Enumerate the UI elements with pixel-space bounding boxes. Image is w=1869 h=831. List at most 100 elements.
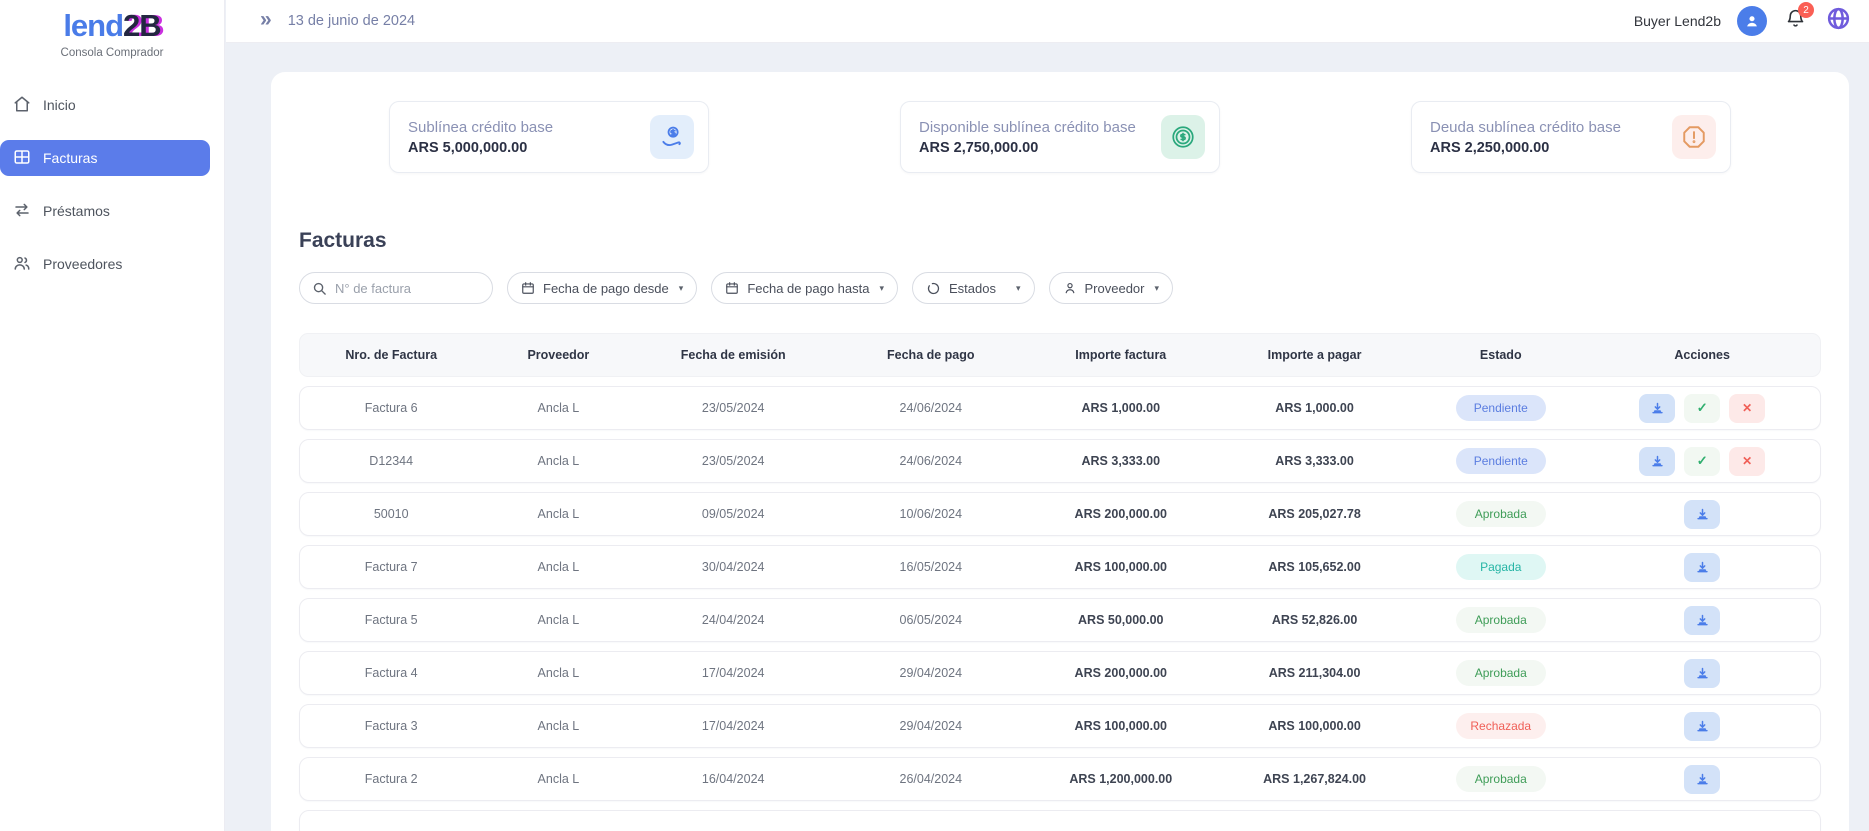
chevron-down-icon: ▾: [679, 283, 684, 294]
table-row: Factura 4 Ancla L 17/04/2024 29/04/2024 …: [299, 651, 1821, 695]
status-badge: Pendiente: [1456, 448, 1546, 474]
cell-estado: Pendiente: [1417, 448, 1584, 474]
cell-importe-a-pagar: ARS 52,826.00: [1212, 613, 1417, 627]
invoices-table: Nro. de Factura Proveedor Fecha de emisi…: [299, 333, 1821, 831]
download-button[interactable]: [1639, 394, 1675, 423]
cell-acciones: [1584, 500, 1820, 529]
column-header: Importe factura: [1030, 348, 1212, 362]
cell-acciones: [1584, 659, 1820, 688]
filter-label: Fecha de pago hasta: [747, 281, 869, 296]
download-button[interactable]: [1684, 553, 1720, 582]
approve-button[interactable]: ✓: [1684, 447, 1720, 476]
topbar: » 13 de junio de 2024 Buyer Lend2b 2: [226, 0, 1869, 43]
cell-nro-factura: 50010: [300, 507, 482, 521]
current-date: 13 de junio de 2024: [288, 13, 415, 29]
cell-proveedor: Ancla L: [482, 507, 634, 521]
sidebar-collapse-icon[interactable]: »: [260, 9, 272, 30]
card-disponible-sublinea: Disponible sublínea crédito base ARS 2,7…: [900, 101, 1220, 173]
person-icon: [1063, 281, 1077, 295]
table-body: Factura 6 Ancla L 23/05/2024 24/06/2024 …: [299, 386, 1821, 801]
filter-date-from-button[interactable]: Fecha de pago desde ▾: [507, 272, 697, 304]
cell-importe-factura: ARS 50,000.00: [1030, 613, 1212, 627]
cell-fecha-emision: 17/04/2024: [634, 719, 832, 733]
cell-estado: Pagada: [1417, 554, 1584, 580]
cell-fecha-emision: 23/05/2024: [634, 401, 832, 415]
cell-acciones: ✓ ✕: [1584, 447, 1820, 476]
status-badge: Aprobada: [1456, 766, 1546, 792]
cell-proveedor: Ancla L: [482, 401, 634, 415]
download-icon: [1650, 454, 1665, 469]
home-icon: [13, 95, 31, 116]
download-button[interactable]: [1684, 712, 1720, 741]
cell-importe-a-pagar: ARS 1,000.00: [1212, 401, 1417, 415]
filter-provider-button[interactable]: Proveedor ▾: [1049, 272, 1174, 304]
cell-fecha-pago: 24/06/2024: [832, 401, 1030, 415]
download-button[interactable]: [1684, 500, 1720, 529]
cell-importe-a-pagar: ARS 1,267,824.00: [1212, 772, 1417, 786]
sidebar-item-prestamos[interactable]: Préstamos: [0, 193, 210, 229]
table-row: Factura 3 Ancla L 17/04/2024 29/04/2024 …: [299, 704, 1821, 748]
filter-date-to-button[interactable]: Fecha de pago hasta ▾: [711, 272, 898, 304]
cell-fecha-emision: 30/04/2024: [634, 560, 832, 574]
filters-bar: Fecha de pago desde ▾ Fecha de pago hast…: [299, 272, 1821, 304]
globe-icon: [1826, 6, 1851, 31]
cell-acciones: ✓ ✕: [1584, 394, 1820, 423]
logo-lend: lend: [63, 8, 123, 43]
cell-nro-factura: Factura 4: [300, 666, 482, 680]
coin-icon: [1161, 115, 1205, 159]
summary-cards: Sublínea crédito base ARS 5,000,000.00 D…: [299, 101, 1821, 173]
cell-fecha-emision: 16/04/2024: [634, 772, 832, 786]
reject-button[interactable]: ✕: [1729, 394, 1765, 423]
cell-importe-a-pagar: ARS 100,000.00: [1212, 719, 1417, 733]
table-row: Factura 2 Ancla L 16/04/2024 26/04/2024 …: [299, 757, 1821, 801]
cell-nro-factura: Factura 5: [300, 613, 482, 627]
user-avatar[interactable]: [1737, 6, 1767, 36]
download-icon: [1695, 719, 1710, 734]
card-value: ARS 2,250,000.00: [1430, 140, 1621, 156]
notifications-button[interactable]: 2: [1785, 8, 1806, 34]
sidebar-nav: Inicio Facturas Préstamos Proveedores: [0, 87, 224, 282]
status-badge: Aprobada: [1456, 501, 1546, 527]
cell-fecha-pago: 16/05/2024: [832, 560, 1030, 574]
cell-fecha-emision: 24/04/2024: [634, 613, 832, 627]
column-header: Fecha de pago: [832, 348, 1030, 362]
sidebar-item-label: Inicio: [43, 97, 76, 113]
sidebar-item-inicio[interactable]: Inicio: [0, 87, 210, 123]
filter-label: Estados: [949, 281, 996, 296]
chevron-down-icon: ▾: [1016, 283, 1021, 294]
sidebar-item-label: Préstamos: [43, 203, 110, 219]
calendar-icon: [521, 281, 535, 295]
cell-importe-factura: ARS 1,000.00: [1030, 401, 1212, 415]
filter-label: Fecha de pago desde: [543, 281, 669, 296]
download-icon: [1650, 401, 1665, 416]
search-input[interactable]: [335, 281, 475, 296]
download-button[interactable]: [1684, 659, 1720, 688]
cell-proveedor: Ancla L: [482, 666, 634, 680]
reject-button[interactable]: ✕: [1729, 447, 1765, 476]
column-header: Fecha de emisión: [634, 348, 832, 362]
table-row: 50010 Ancla L 09/05/2024 10/06/2024 ARS …: [299, 492, 1821, 536]
cell-fecha-emision: 09/05/2024: [634, 507, 832, 521]
card-title: Disponible sublínea crédito base: [919, 119, 1136, 136]
invoice-search[interactable]: [299, 272, 493, 304]
sidebar-item-proveedores[interactable]: Proveedores: [0, 246, 210, 282]
download-button[interactable]: [1684, 606, 1720, 635]
cell-importe-factura: ARS 100,000.00: [1030, 719, 1212, 733]
brand-logo: lend2B Consola Comprador: [0, 0, 224, 59]
download-button[interactable]: [1684, 765, 1720, 794]
approve-button[interactable]: ✓: [1684, 394, 1720, 423]
download-button[interactable]: [1639, 447, 1675, 476]
column-header: Estado: [1417, 348, 1584, 362]
filter-states-button[interactable]: Estados ▾: [912, 272, 1035, 304]
card-title: Deuda sublínea crédito base: [1430, 119, 1621, 136]
cell-nro-factura: Factura 2: [300, 772, 482, 786]
invoices-grid-icon: [13, 148, 31, 169]
cell-importe-a-pagar: ARS 205,027.78: [1212, 507, 1417, 521]
notification-badge: 2: [1798, 2, 1814, 18]
language-globe-button[interactable]: [1826, 6, 1851, 36]
cell-importe-factura: ARS 3,333.00: [1030, 454, 1212, 468]
cell-importe-a-pagar: ARS 211,304.00: [1212, 666, 1417, 680]
cell-importe-a-pagar: ARS 105,652.00: [1212, 560, 1417, 574]
cell-estado: Aprobada: [1417, 607, 1584, 633]
sidebar-item-facturas[interactable]: Facturas: [0, 140, 210, 176]
